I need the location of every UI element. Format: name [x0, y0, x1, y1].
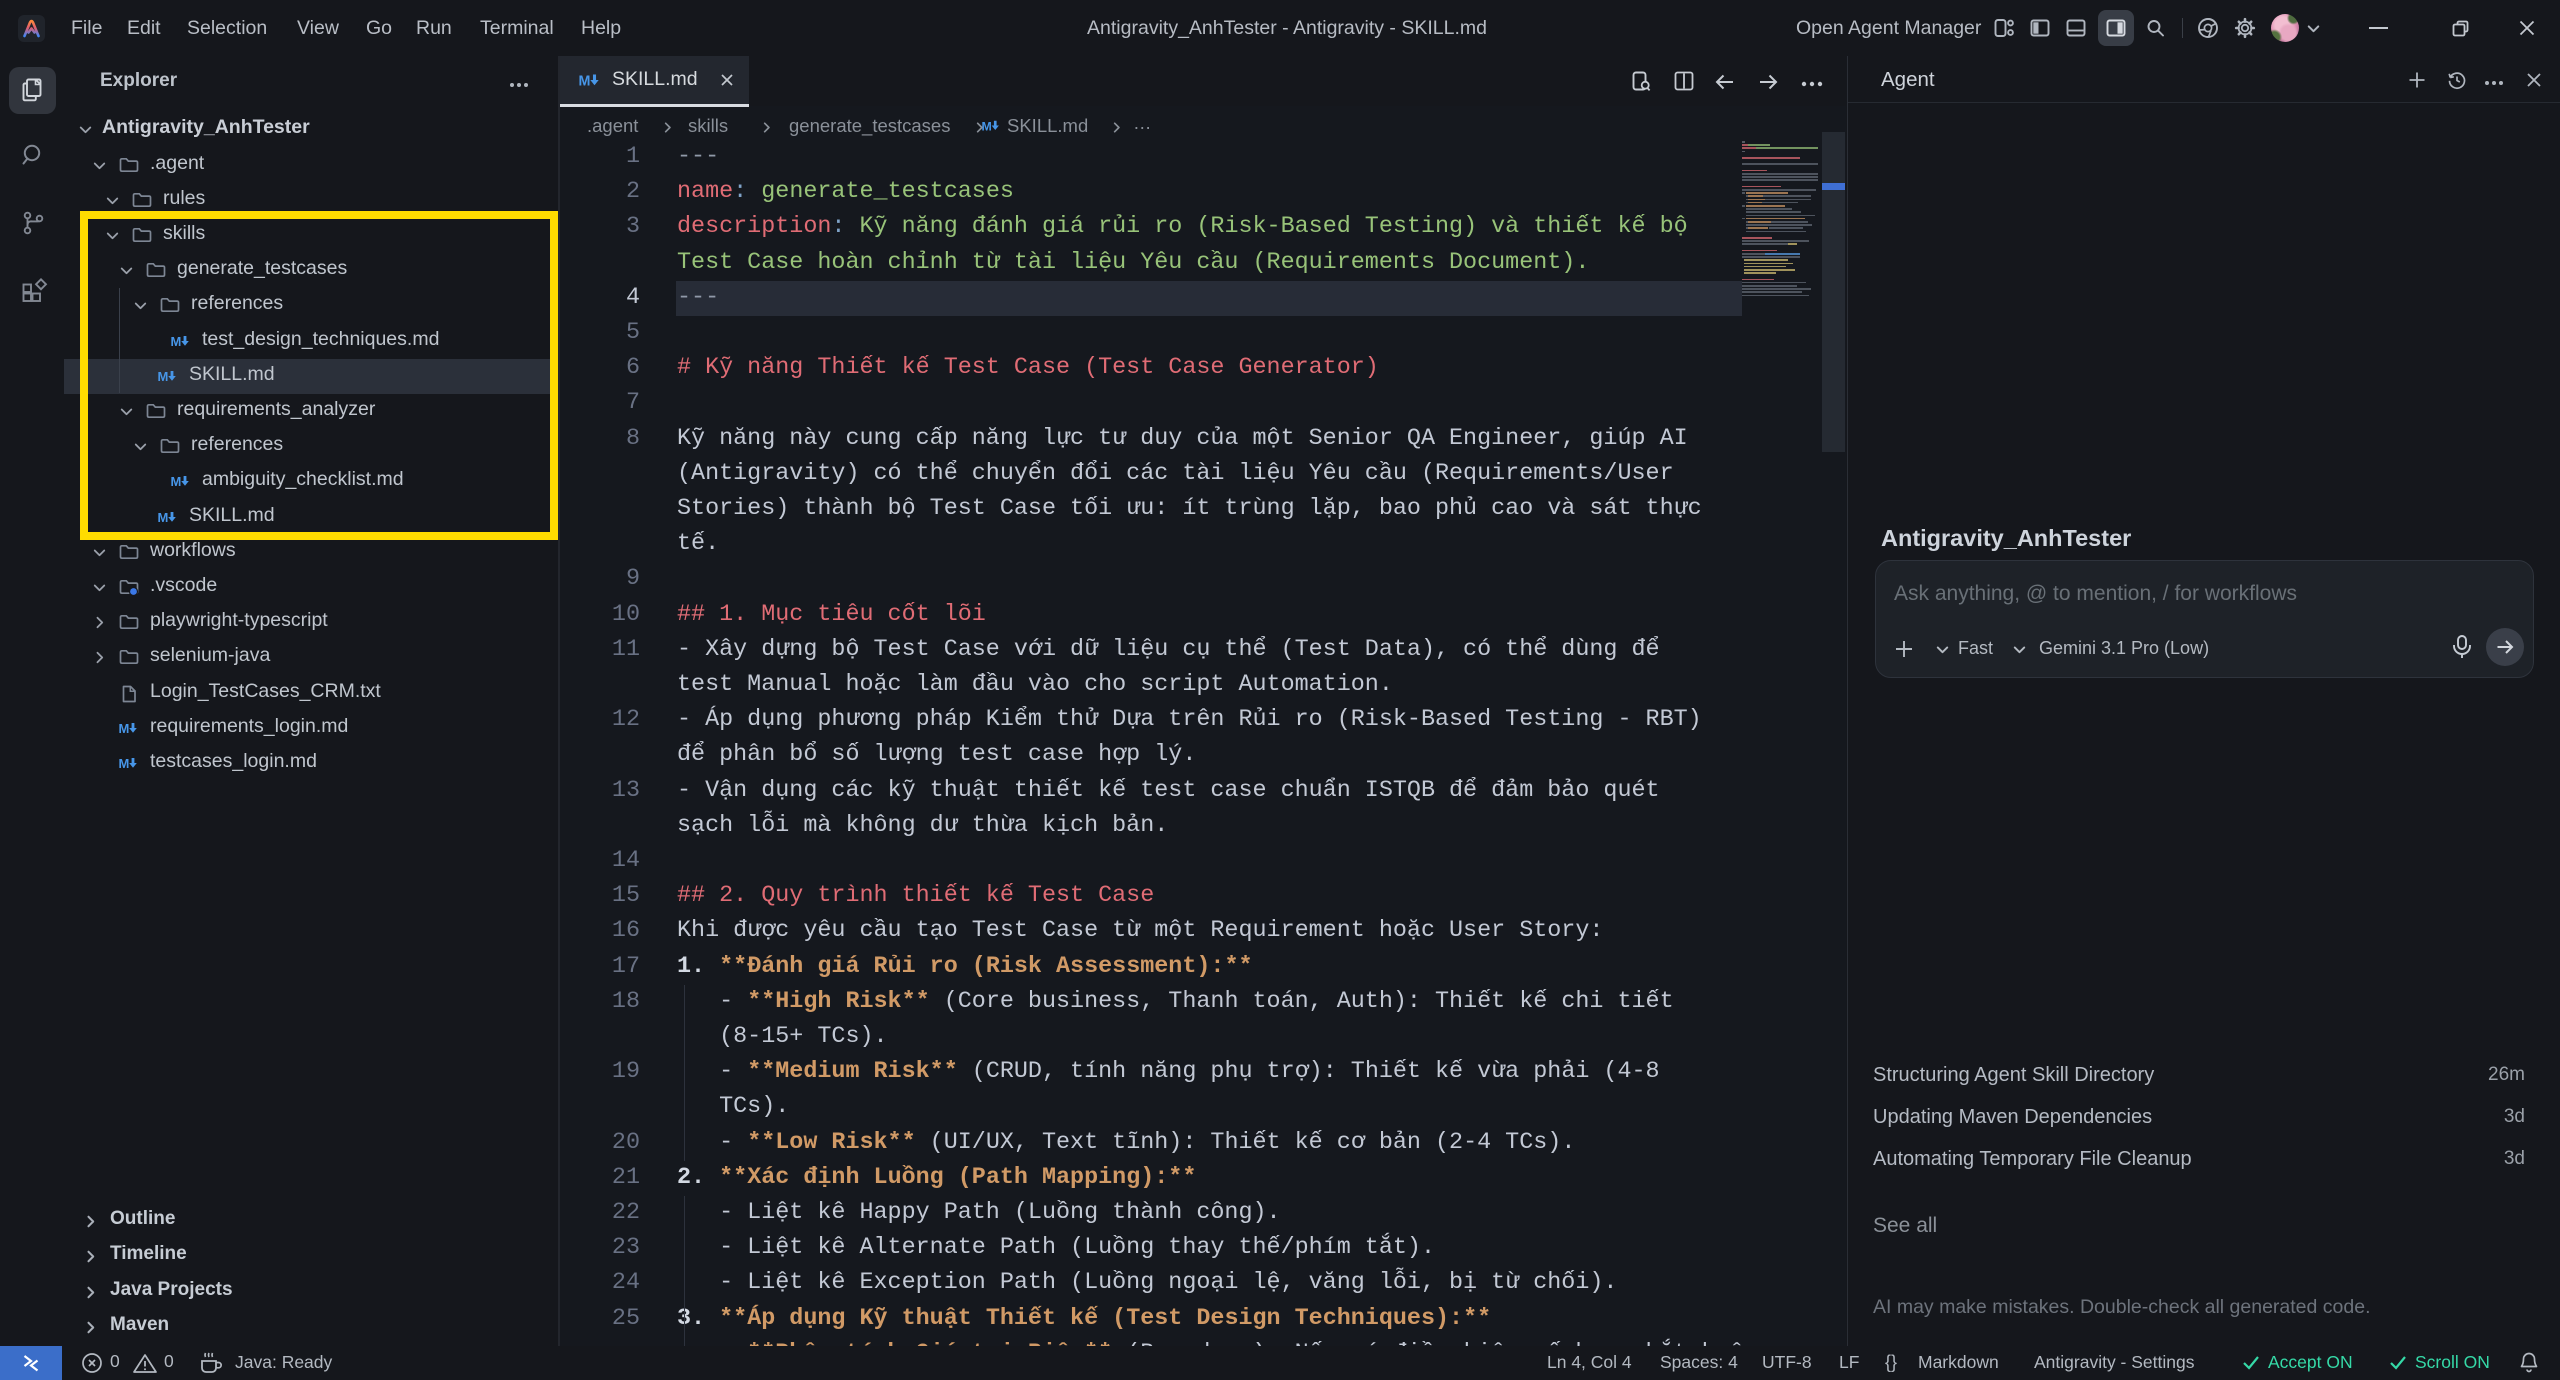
svg-text:M: M [579, 74, 591, 90]
svg-text:M: M [119, 721, 130, 736]
svg-text:M: M [119, 756, 130, 771]
svg-text:M: M [981, 119, 991, 133]
